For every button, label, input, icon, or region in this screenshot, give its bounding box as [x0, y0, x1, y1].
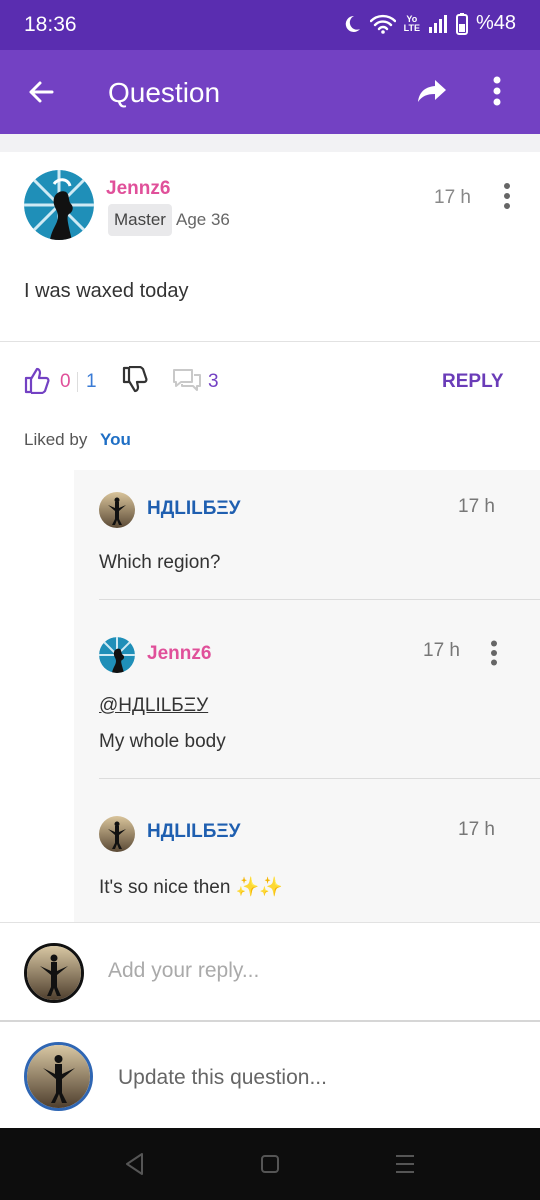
app-bar: Question [0, 50, 540, 134]
status-icons: Yo LTE %48 [342, 12, 516, 35]
reply-time: 17 h [458, 496, 495, 517]
count-divider [77, 372, 78, 392]
author-avatar[interactable] [24, 170, 94, 240]
share-icon[interactable] [416, 77, 448, 107]
battery-percent: %48 [475, 12, 516, 34]
thread-indent [0, 470, 74, 922]
update-question-bar[interactable]: Update this question... [0, 1022, 540, 1128]
reply-time: 17 h [423, 640, 460, 661]
update-avatar [24, 1042, 93, 1111]
more-vertical-icon[interactable] [493, 76, 501, 106]
question-time: 17 h [434, 187, 471, 208]
reply-avatar[interactable] [99, 816, 135, 852]
reply-button[interactable]: REPLY [442, 371, 504, 393]
like-count: 0 [60, 371, 71, 392]
question-more-icon[interactable] [503, 182, 511, 210]
back-arrow-icon[interactable] [26, 77, 56, 107]
reply-bar [0, 922, 540, 1022]
reply-item: Jennz6 17 h @НДLILБΞУ My whole body [99, 600, 540, 779]
nav-recents-icon[interactable] [394, 1152, 416, 1176]
reply-item: НДLILБΞУ 17 h It's so nice then ✨✨ [99, 779, 540, 922]
liked-by-label: Liked by [24, 430, 88, 449]
liked-by-name[interactable]: You [100, 430, 131, 450]
reply-author[interactable]: Jennz6 [147, 643, 211, 665]
wifi-icon [369, 14, 396, 34]
battery-icon [455, 12, 468, 35]
reply-text: My whole body [99, 731, 226, 752]
question-card: Jennz6 Master Age 36 17 h I was waxed to… [0, 152, 540, 342]
question-text: I was waxed today [24, 280, 189, 302]
nav-home-icon[interactable] [260, 1154, 280, 1174]
comment-count: 3 [208, 371, 219, 392]
reply-mention[interactable]: @НДLILБΞУ [99, 695, 208, 717]
my-avatar [24, 943, 84, 1003]
page-title: Question [108, 77, 221, 108]
author-age: Age 36 [176, 210, 230, 229]
nav-back-icon[interactable] [124, 1152, 144, 1176]
rank-badge: Master [108, 204, 172, 236]
reply-author[interactable]: НДLILБΞУ [147, 821, 240, 843]
reply-text: Which region? [99, 552, 221, 573]
comments-icon[interactable] [172, 368, 202, 392]
status-time: 18:36 [24, 13, 77, 36]
reply-avatar[interactable] [99, 492, 135, 528]
question-author[interactable]: Jennz6 [106, 178, 170, 200]
thumbs-down-icon[interactable] [122, 366, 148, 394]
moon-icon [345, 15, 360, 32]
dislike-count: 1 [86, 371, 97, 392]
volte-indicator: Yo LTE [403, 13, 420, 33]
reply-input[interactable] [108, 959, 508, 983]
update-question-text: Update this question... [118, 1066, 327, 1089]
reply-avatar[interactable] [99, 637, 135, 673]
status-bar: 18:36 Yo LTE %48 [0, 0, 540, 50]
reply-author[interactable]: НДLILБΞУ [147, 498, 240, 520]
reply-more-icon[interactable] [490, 640, 498, 666]
reply-item: НДLILБΞУ 17 h Which region? [99, 470, 540, 600]
replies-thread: НДLILБΞУ 17 h Which region? Jennz6 17 h … [74, 470, 540, 922]
signal-icon [428, 14, 447, 33]
reply-text: It's so nice then ✨✨ [99, 877, 284, 898]
thumbs-up-icon[interactable] [24, 366, 50, 394]
system-nav-bar [0, 1128, 540, 1200]
action-row: 0 1 3 REPLY Liked by You [0, 342, 540, 470]
reply-time: 17 h [458, 819, 495, 840]
